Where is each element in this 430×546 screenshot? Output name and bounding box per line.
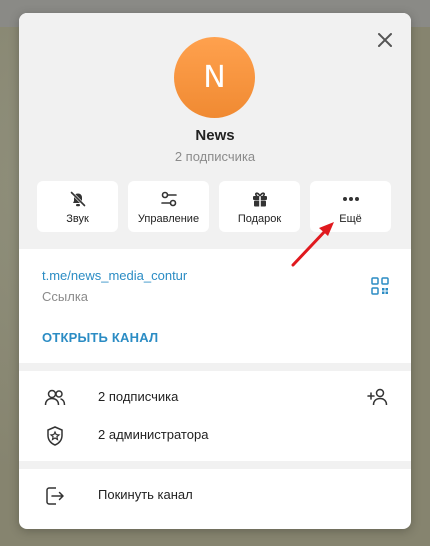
avatar-letter: N [203, 60, 226, 95]
shield-star-icon [47, 426, 63, 446]
close-button[interactable] [375, 30, 395, 50]
channel-link[interactable]: t.me/news_media_contur [42, 268, 187, 283]
manage-label: Управление [137, 213, 200, 225]
users-icon [44, 389, 66, 406]
more-dots-icon [342, 197, 359, 201]
divider [19, 461, 411, 469]
link-caption: Ссылка [42, 289, 89, 304]
channel-info-dialog: N News 2 подписчика Звук Управление Пода… [19, 13, 411, 529]
leave-icon [46, 487, 64, 505]
qr-code-icon [371, 277, 389, 295]
open-channel-button[interactable]: ОТКРЫТЬ КАНАЛ [42, 330, 158, 345]
channel-subscriber-count: 2 подписчика [174, 149, 256, 164]
channel-avatar: N [174, 37, 255, 118]
action-buttons: Звук Управление Подарок Ещё [37, 181, 392, 232]
gift-label: Подарок [237, 213, 282, 225]
channel-title: News [195, 127, 235, 144]
add-user-icon [367, 388, 388, 406]
more-label: Ещё [339, 213, 362, 225]
mute-label: Звук [66, 213, 89, 225]
subscribers-count: 2 подписчика [98, 389, 179, 404]
more-button[interactable]: Ещё [310, 181, 391, 232]
subscribers-row[interactable]: 2 подписчика [19, 378, 411, 416]
channel-header: N News 2 подписчика Звук Управление Пода… [19, 13, 411, 249]
mute-button[interactable]: Звук [37, 181, 118, 232]
sliders-icon [160, 191, 177, 207]
gift-icon [252, 192, 267, 207]
admins-count: 2 администратора [98, 427, 209, 442]
admins-row[interactable]: 2 администратора [19, 416, 411, 454]
qr-code-button[interactable] [371, 277, 389, 295]
divider [19, 363, 411, 371]
bell-off-icon [69, 190, 86, 208]
add-subscriber-button[interactable] [367, 386, 391, 408]
link-section: t.me/news_media_contur Ссылка ОТКРЫТЬ КА… [19, 249, 411, 363]
leave-channel-label: Покинуть канал [98, 487, 193, 502]
gift-button[interactable]: Подарок [219, 181, 300, 232]
leave-channel-row[interactable]: Покинуть канал [19, 476, 411, 514]
manage-button[interactable]: Управление [128, 181, 209, 232]
close-icon [378, 33, 392, 47]
